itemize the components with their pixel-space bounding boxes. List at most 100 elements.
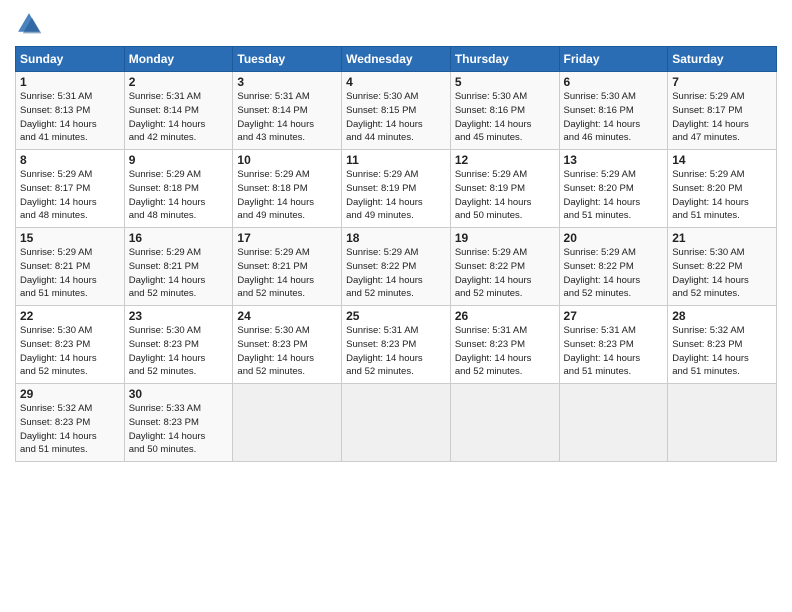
- logo-icon: [15, 10, 43, 38]
- cell-content: Sunrise: 5:29 AMSunset: 8:21 PMDaylight:…: [20, 246, 120, 301]
- day-number: 28: [672, 309, 772, 323]
- calendar-cell: 20Sunrise: 5:29 AMSunset: 8:22 PMDayligh…: [559, 228, 668, 306]
- cell-content: Sunrise: 5:30 AMSunset: 8:16 PMDaylight:…: [455, 90, 555, 145]
- day-number: 19: [455, 231, 555, 245]
- week-row-1: 1Sunrise: 5:31 AMSunset: 8:13 PMDaylight…: [16, 72, 777, 150]
- cell-content: Sunrise: 5:29 AMSunset: 8:17 PMDaylight:…: [672, 90, 772, 145]
- cell-content: Sunrise: 5:29 AMSunset: 8:18 PMDaylight:…: [129, 168, 229, 223]
- cell-content: Sunrise: 5:29 AMSunset: 8:19 PMDaylight:…: [346, 168, 446, 223]
- calendar-cell: 18Sunrise: 5:29 AMSunset: 8:22 PMDayligh…: [342, 228, 451, 306]
- header: [15, 10, 777, 38]
- calendar-cell: 6Sunrise: 5:30 AMSunset: 8:16 PMDaylight…: [559, 72, 668, 150]
- calendar-cell: 16Sunrise: 5:29 AMSunset: 8:21 PMDayligh…: [124, 228, 233, 306]
- day-number: 11: [346, 153, 446, 167]
- day-number: 20: [564, 231, 664, 245]
- calendar-cell: 13Sunrise: 5:29 AMSunset: 8:20 PMDayligh…: [559, 150, 668, 228]
- day-number: 25: [346, 309, 446, 323]
- page: SundayMondayTuesdayWednesdayThursdayFrid…: [0, 0, 792, 612]
- day-number: 4: [346, 75, 446, 89]
- day-number: 15: [20, 231, 120, 245]
- calendar-cell: 15Sunrise: 5:29 AMSunset: 8:21 PMDayligh…: [16, 228, 125, 306]
- cell-content: Sunrise: 5:31 AMSunset: 8:23 PMDaylight:…: [455, 324, 555, 379]
- week-row-4: 22Sunrise: 5:30 AMSunset: 8:23 PMDayligh…: [16, 306, 777, 384]
- day-number: 1: [20, 75, 120, 89]
- calendar-cell: 17Sunrise: 5:29 AMSunset: 8:21 PMDayligh…: [233, 228, 342, 306]
- day-number: 26: [455, 309, 555, 323]
- cell-content: Sunrise: 5:30 AMSunset: 8:15 PMDaylight:…: [346, 90, 446, 145]
- calendar-cell: [342, 384, 451, 462]
- calendar-cell: 27Sunrise: 5:31 AMSunset: 8:23 PMDayligh…: [559, 306, 668, 384]
- calendar-cell: 4Sunrise: 5:30 AMSunset: 8:15 PMDaylight…: [342, 72, 451, 150]
- calendar-cell: 5Sunrise: 5:30 AMSunset: 8:16 PMDaylight…: [450, 72, 559, 150]
- calendar-cell: 7Sunrise: 5:29 AMSunset: 8:17 PMDaylight…: [668, 72, 777, 150]
- day-number: 21: [672, 231, 772, 245]
- calendar-cell: 3Sunrise: 5:31 AMSunset: 8:14 PMDaylight…: [233, 72, 342, 150]
- calendar-cell: 30Sunrise: 5:33 AMSunset: 8:23 PMDayligh…: [124, 384, 233, 462]
- cell-content: Sunrise: 5:29 AMSunset: 8:20 PMDaylight:…: [564, 168, 664, 223]
- day-number: 6: [564, 75, 664, 89]
- cell-content: Sunrise: 5:29 AMSunset: 8:22 PMDaylight:…: [346, 246, 446, 301]
- day-number: 3: [237, 75, 337, 89]
- day-number: 13: [564, 153, 664, 167]
- day-number: 14: [672, 153, 772, 167]
- day-number: 7: [672, 75, 772, 89]
- day-number: 5: [455, 75, 555, 89]
- cell-content: Sunrise: 5:29 AMSunset: 8:17 PMDaylight:…: [20, 168, 120, 223]
- calendar-cell: 19Sunrise: 5:29 AMSunset: 8:22 PMDayligh…: [450, 228, 559, 306]
- cell-content: Sunrise: 5:31 AMSunset: 8:14 PMDaylight:…: [237, 90, 337, 145]
- calendar-cell: 10Sunrise: 5:29 AMSunset: 8:18 PMDayligh…: [233, 150, 342, 228]
- day-number: 27: [564, 309, 664, 323]
- logo: [15, 10, 47, 38]
- calendar-cell: 2Sunrise: 5:31 AMSunset: 8:14 PMDaylight…: [124, 72, 233, 150]
- day-number: 18: [346, 231, 446, 245]
- day-number: 17: [237, 231, 337, 245]
- day-number: 12: [455, 153, 555, 167]
- calendar-cell: [233, 384, 342, 462]
- week-row-3: 15Sunrise: 5:29 AMSunset: 8:21 PMDayligh…: [16, 228, 777, 306]
- calendar-cell: [559, 384, 668, 462]
- calendar-cell: 22Sunrise: 5:30 AMSunset: 8:23 PMDayligh…: [16, 306, 125, 384]
- day-number: 10: [237, 153, 337, 167]
- calendar-cell: 9Sunrise: 5:29 AMSunset: 8:18 PMDaylight…: [124, 150, 233, 228]
- cell-content: Sunrise: 5:31 AMSunset: 8:23 PMDaylight:…: [564, 324, 664, 379]
- calendar-cell: 24Sunrise: 5:30 AMSunset: 8:23 PMDayligh…: [233, 306, 342, 384]
- calendar-cell: 14Sunrise: 5:29 AMSunset: 8:20 PMDayligh…: [668, 150, 777, 228]
- day-header-saturday: Saturday: [668, 47, 777, 72]
- day-number: 23: [129, 309, 229, 323]
- day-header-tuesday: Tuesday: [233, 47, 342, 72]
- day-number: 29: [20, 387, 120, 401]
- cell-content: Sunrise: 5:30 AMSunset: 8:23 PMDaylight:…: [237, 324, 337, 379]
- cell-content: Sunrise: 5:32 AMSunset: 8:23 PMDaylight:…: [20, 402, 120, 457]
- cell-content: Sunrise: 5:30 AMSunset: 8:22 PMDaylight:…: [672, 246, 772, 301]
- week-row-2: 8Sunrise: 5:29 AMSunset: 8:17 PMDaylight…: [16, 150, 777, 228]
- day-number: 24: [237, 309, 337, 323]
- cell-content: Sunrise: 5:32 AMSunset: 8:23 PMDaylight:…: [672, 324, 772, 379]
- calendar-cell: 28Sunrise: 5:32 AMSunset: 8:23 PMDayligh…: [668, 306, 777, 384]
- cell-content: Sunrise: 5:29 AMSunset: 8:20 PMDaylight:…: [672, 168, 772, 223]
- cell-content: Sunrise: 5:29 AMSunset: 8:21 PMDaylight:…: [129, 246, 229, 301]
- cell-content: Sunrise: 5:31 AMSunset: 8:14 PMDaylight:…: [129, 90, 229, 145]
- cell-content: Sunrise: 5:29 AMSunset: 8:21 PMDaylight:…: [237, 246, 337, 301]
- day-number: 8: [20, 153, 120, 167]
- calendar-cell: 8Sunrise: 5:29 AMSunset: 8:17 PMDaylight…: [16, 150, 125, 228]
- cell-content: Sunrise: 5:29 AMSunset: 8:22 PMDaylight:…: [455, 246, 555, 301]
- day-header-monday: Monday: [124, 47, 233, 72]
- calendar-cell: 12Sunrise: 5:29 AMSunset: 8:19 PMDayligh…: [450, 150, 559, 228]
- cell-content: Sunrise: 5:30 AMSunset: 8:23 PMDaylight:…: [20, 324, 120, 379]
- day-header-wednesday: Wednesday: [342, 47, 451, 72]
- calendar-cell: 21Sunrise: 5:30 AMSunset: 8:22 PMDayligh…: [668, 228, 777, 306]
- day-number: 30: [129, 387, 229, 401]
- cell-content: Sunrise: 5:30 AMSunset: 8:23 PMDaylight:…: [129, 324, 229, 379]
- cell-content: Sunrise: 5:29 AMSunset: 8:22 PMDaylight:…: [564, 246, 664, 301]
- header-row: SundayMondayTuesdayWednesdayThursdayFrid…: [16, 47, 777, 72]
- calendar-cell: 29Sunrise: 5:32 AMSunset: 8:23 PMDayligh…: [16, 384, 125, 462]
- calendar-cell: [450, 384, 559, 462]
- calendar-cell: 23Sunrise: 5:30 AMSunset: 8:23 PMDayligh…: [124, 306, 233, 384]
- calendar-table: SundayMondayTuesdayWednesdayThursdayFrid…: [15, 46, 777, 462]
- week-row-5: 29Sunrise: 5:32 AMSunset: 8:23 PMDayligh…: [16, 384, 777, 462]
- cell-content: Sunrise: 5:29 AMSunset: 8:18 PMDaylight:…: [237, 168, 337, 223]
- calendar-cell: 26Sunrise: 5:31 AMSunset: 8:23 PMDayligh…: [450, 306, 559, 384]
- day-number: 2: [129, 75, 229, 89]
- cell-content: Sunrise: 5:30 AMSunset: 8:16 PMDaylight:…: [564, 90, 664, 145]
- cell-content: Sunrise: 5:33 AMSunset: 8:23 PMDaylight:…: [129, 402, 229, 457]
